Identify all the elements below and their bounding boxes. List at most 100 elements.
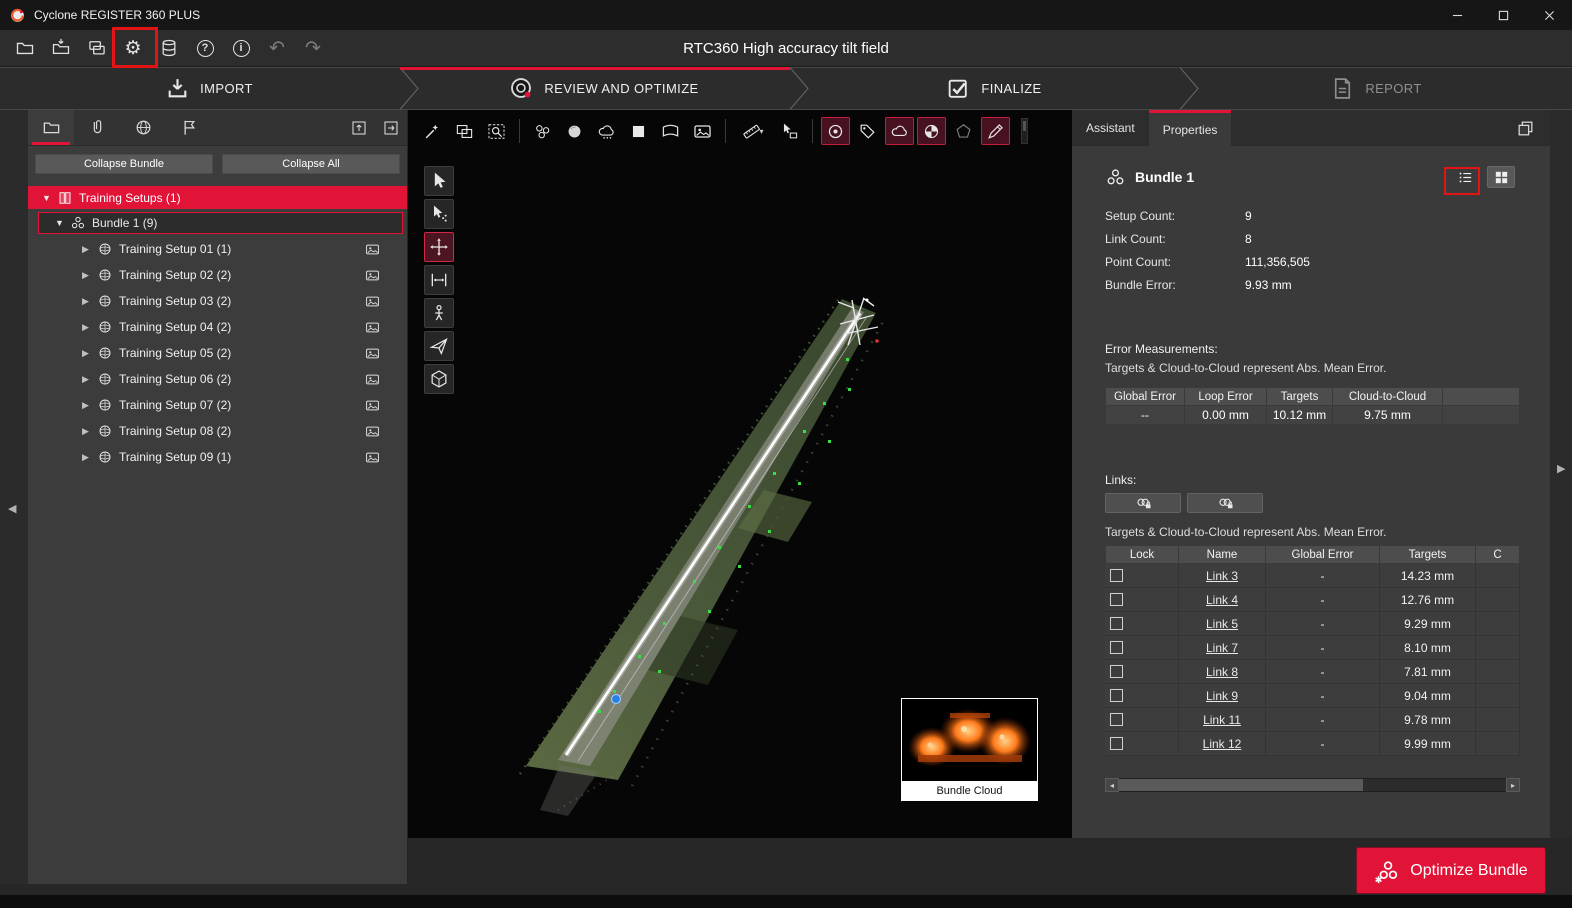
- pano-image-icon[interactable]: [364, 450, 381, 465]
- tree-setup-row[interactable]: ▶Training Setup 02 (2): [28, 262, 407, 288]
- storage-button[interactable]: [156, 34, 182, 62]
- collapse-all-button[interactable]: Collapse All: [222, 154, 400, 174]
- undo-button[interactable]: ↶: [264, 34, 290, 62]
- tree-bundle-row[interactable]: ▼ Bundle 1 (9): [38, 212, 403, 234]
- tree-setup-row[interactable]: ▶Training Setup 04 (2): [28, 314, 407, 340]
- show-pointcloud-button[interactable]: [592, 117, 621, 145]
- lock-checkbox[interactable]: [1110, 689, 1123, 702]
- maximize-button[interactable]: [1480, 0, 1526, 30]
- link-name[interactable]: Link 3: [1206, 569, 1238, 583]
- fly-tool-button[interactable]: [424, 331, 454, 361]
- lock-checkbox[interactable]: [1110, 665, 1123, 678]
- select-tool-button[interactable]: [424, 166, 454, 196]
- chevron-down-icon[interactable]: ▼: [42, 193, 55, 203]
- scrollbar-thumb[interactable]: [1119, 779, 1363, 791]
- pano-image-icon[interactable]: [364, 346, 381, 361]
- link-tool-button-1[interactable]: [1105, 493, 1181, 513]
- pano-image-icon[interactable]: [364, 372, 381, 387]
- tree-root-training-setups[interactable]: ▼ Training Setups (1): [28, 186, 407, 209]
- settings-button[interactable]: ⚙: [120, 34, 146, 62]
- walk-view-tool-button[interactable]: [424, 298, 454, 328]
- workflow-step-review-and-optimize[interactable]: REVIEW AND OPTIMIZE: [400, 67, 808, 110]
- collapse-bundle-button[interactable]: Collapse Bundle: [35, 154, 213, 174]
- toggle-clouds-button[interactable]: [885, 117, 914, 145]
- tree-setup-row[interactable]: ▶Training Setup 06 (2): [28, 366, 407, 392]
- zoom-window-button[interactable]: [482, 117, 511, 145]
- quick-tools-button[interactable]: [418, 117, 447, 145]
- workflow-step-import[interactable]: IMPORT: [0, 67, 418, 110]
- show-images-button[interactable]: [688, 117, 717, 145]
- toggle-setup-spheres-button[interactable]: [917, 117, 946, 145]
- tab-assistant[interactable]: Assistant: [1072, 110, 1149, 146]
- pano-image-icon[interactable]: [364, 294, 381, 309]
- tab-geo[interactable]: [120, 110, 166, 145]
- scroll-right-button[interactable]: ▸: [1506, 778, 1520, 792]
- minimize-button[interactable]: [1434, 0, 1480, 30]
- annotate-button[interactable]: [981, 117, 1010, 145]
- scrollbar-track[interactable]: [1119, 778, 1506, 792]
- viewport-3d[interactable]: ▾: [408, 110, 1072, 838]
- link-name[interactable]: Link 4: [1206, 593, 1238, 607]
- selected-setup-marker[interactable]: [612, 695, 621, 704]
- pano-image-icon[interactable]: [364, 320, 381, 335]
- chevron-right-icon[interactable]: ▶: [82, 374, 95, 385]
- tree-setup-row[interactable]: ▶Training Setup 01 (1): [28, 236, 407, 262]
- workflow-step-finalize[interactable]: FINALIZE: [790, 67, 1198, 110]
- chevron-right-icon[interactable]: ▶: [82, 452, 95, 463]
- tab-properties[interactable]: Properties: [1149, 110, 1232, 146]
- import-project-button[interactable]: [48, 34, 74, 62]
- fit-view-tool-button[interactable]: [424, 265, 454, 295]
- tree-setup-row[interactable]: ▶Training Setup 05 (2): [28, 340, 407, 366]
- tree-setup-row[interactable]: ▶Training Setup 08 (2): [28, 418, 407, 444]
- chevron-right-icon[interactable]: ▶: [82, 270, 95, 281]
- toggle-targets-button[interactable]: [821, 117, 850, 145]
- panel-layout-button[interactable]: [1512, 117, 1538, 139]
- dock-action-1-button[interactable]: [343, 110, 375, 145]
- dock-action-2-button[interactable]: [375, 110, 407, 145]
- toggle-limitbox-button[interactable]: [949, 117, 978, 145]
- bundle-cloud-thumbnail[interactable]: Bundle Cloud: [901, 698, 1038, 801]
- open-project-button[interactable]: [12, 34, 38, 62]
- scrollbar-thumb[interactable]: [1023, 121, 1026, 131]
- link-name[interactable]: Link 7: [1206, 641, 1238, 655]
- grid-view-button[interactable]: [1487, 166, 1515, 188]
- chevron-right-icon[interactable]: ▶: [82, 426, 95, 437]
- tree-setup-row[interactable]: ▶Training Setup 03 (2): [28, 288, 407, 314]
- pano-image-icon[interactable]: [364, 398, 381, 413]
- expand-right-panel-arrow[interactable]: ▶: [1557, 462, 1565, 475]
- link-name[interactable]: Link 8: [1206, 665, 1238, 679]
- show-panorama-button[interactable]: [656, 117, 685, 145]
- redo-button[interactable]: ↷: [300, 34, 326, 62]
- pick-label-button[interactable]: [775, 117, 804, 145]
- lock-checkbox[interactable]: [1110, 641, 1123, 654]
- pano-image-icon[interactable]: [364, 242, 381, 257]
- link-tool-button-2[interactable]: [1187, 493, 1263, 513]
- multi-select-tool-button[interactable]: [424, 199, 454, 229]
- help-button[interactable]: ?: [192, 34, 218, 62]
- link-name[interactable]: Link 12: [1203, 737, 1242, 751]
- link-name[interactable]: Link 11: [1203, 713, 1241, 727]
- link-name[interactable]: Link 9: [1206, 689, 1238, 703]
- link-name[interactable]: Link 5: [1206, 617, 1238, 631]
- info-button[interactable]: i: [228, 34, 254, 62]
- pano-image-icon[interactable]: [364, 424, 381, 439]
- optimize-bundle-button[interactable]: Optimize Bundle: [1356, 847, 1546, 894]
- close-button[interactable]: [1526, 0, 1572, 30]
- toolbar-overflow-scrollbar[interactable]: [1021, 118, 1028, 144]
- tab-attachments[interactable]: [74, 110, 120, 145]
- lock-checkbox[interactable]: [1110, 713, 1123, 726]
- scroll-left-button[interactable]: ◂: [1105, 778, 1119, 792]
- chevron-right-icon[interactable]: ▶: [82, 322, 95, 333]
- project-manager-button[interactable]: [84, 34, 110, 62]
- show-sphere-button[interactable]: [560, 117, 589, 145]
- chevron-right-icon[interactable]: ▶: [82, 400, 95, 411]
- links-table-hscrollbar[interactable]: ◂ ▸: [1105, 778, 1520, 792]
- list-view-button[interactable]: [1451, 166, 1479, 188]
- chevron-right-icon[interactable]: ▶: [82, 348, 95, 359]
- lock-checkbox[interactable]: [1110, 593, 1123, 606]
- tree-setup-row[interactable]: ▶Training Setup 09 (1): [28, 444, 407, 470]
- lock-checkbox[interactable]: [1110, 569, 1123, 582]
- tab-project-files[interactable]: [28, 110, 74, 145]
- workflow-step-report[interactable]: REPORT: [1180, 67, 1572, 110]
- pan-tool-button[interactable]: [424, 232, 454, 262]
